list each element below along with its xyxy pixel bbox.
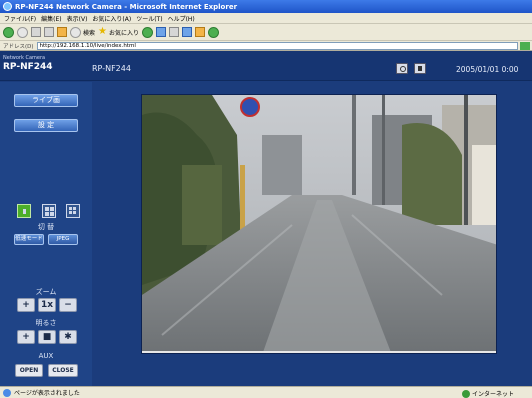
camera-name: RP-NF244 <box>92 64 131 73</box>
multi-screen-icon <box>69 207 72 210</box>
record-icon[interactable] <box>414 63 426 74</box>
search-button[interactable]: 検索 <box>70 26 95 39</box>
brand-subtitle: Network Camera <box>3 55 46 61</box>
folder-icon <box>195 27 205 37</box>
brightness-auto-button[interactable]: ✱ <box>59 330 77 344</box>
single-screen-icon <box>23 209 26 214</box>
search-icon <box>70 26 81 38</box>
messenger-icon <box>208 26 219 38</box>
menu-view[interactable]: 表示(V) <box>67 14 88 23</box>
window-titlebar: RP-NF244 Network Camera - Microsoft Inte… <box>0 0 532 13</box>
history-button[interactable] <box>142 26 153 39</box>
address-input[interactable]: http://192.168.1.10/live/index.html <box>36 41 518 50</box>
quad-screen-icon <box>45 207 49 211</box>
menu-help[interactable]: ヘルプ(H) <box>168 14 195 23</box>
browser-toolbar: 検索 ★ お気に入り <box>0 24 532 41</box>
switch-label: 切 替 <box>37 223 55 231</box>
globe-icon <box>462 389 470 398</box>
menu-edit[interactable]: 編集(E) <box>41 14 61 23</box>
zoom-out-button[interactable]: − <box>59 298 77 312</box>
aux-label: AUX <box>38 352 54 360</box>
settings-button[interactable]: 設 定 <box>14 119 78 132</box>
history-icon <box>142 26 153 38</box>
live-video-feed[interactable] <box>141 94 497 354</box>
search-label: 検索 <box>83 29 96 37</box>
print-icon <box>169 27 179 37</box>
address-label: アドレス(D) <box>3 43 34 50</box>
layout-quad-button[interactable] <box>42 204 56 218</box>
window-title: RP-NF244 Network Camera - Microsoft Inte… <box>15 2 238 11</box>
status-text: ページが表示されました <box>14 390 80 397</box>
status-bar: ページが表示されました インターネット <box>0 386 532 398</box>
edit-icon <box>182 27 192 37</box>
page-icon <box>3 388 11 397</box>
zoom-label: ズーム <box>35 288 57 296</box>
brightness-label: 明るさ <box>35 319 57 327</box>
messenger-button[interactable] <box>208 26 219 39</box>
ie-icon <box>3 2 12 11</box>
layout-multi-button[interactable] <box>66 204 80 218</box>
go-button[interactable] <box>520 41 530 50</box>
menu-bar: ファイル(F) 編集(E) 表示(V) お気に入り(A) ツール(T) ヘルプ(… <box>0 13 532 24</box>
zoom-reset-button[interactable]: 1x <box>38 298 56 312</box>
camera-header: Network Camera RP-NF244 RP-NF244 2005/01… <box>0 51 532 81</box>
refresh-button[interactable] <box>44 26 54 39</box>
folder-button[interactable] <box>195 26 205 39</box>
jpeg-button[interactable]: JPEG <box>48 234 78 245</box>
aux-close-button[interactable]: CLOSE <box>48 364 78 377</box>
snapshot-camera-icon[interactable] <box>396 63 408 74</box>
brightness-up-button[interactable]: + <box>17 330 35 344</box>
stop-button[interactable] <box>31 26 41 39</box>
low-speed-button[interactable]: 低速モード <box>14 234 44 245</box>
address-bar: アドレス(D) http://192.168.1.10/live/index.h… <box>0 41 532 51</box>
brand-model: RP-NF244 <box>3 62 53 72</box>
refresh-icon <box>44 27 54 37</box>
zone-label: インターネット <box>472 391 515 398</box>
print-button[interactable] <box>169 26 179 39</box>
layout-single-button[interactable] <box>17 204 31 218</box>
home-button[interactable] <box>57 26 67 39</box>
video-scene <box>142 95 496 353</box>
back-button[interactable] <box>3 26 14 39</box>
forward-button[interactable] <box>17 26 28 39</box>
security-zone: インターネット <box>462 389 514 398</box>
star-icon: ★ <box>98 26 107 37</box>
stop-icon <box>31 27 41 37</box>
favorites-button[interactable]: ★ お気に入り <box>98 26 139 39</box>
camera-datetime: 2005/01/01 0:00 <box>456 65 519 74</box>
mail-icon <box>156 27 166 37</box>
mail-button[interactable] <box>156 26 166 39</box>
aux-open-button[interactable]: OPEN <box>15 364 43 377</box>
back-arrow-icon <box>3 26 14 38</box>
menu-favorites[interactable]: お気に入り(A) <box>92 14 131 23</box>
control-panel: ライブ画 設 定 切 替 低速モード JPEG ズーム + 1x − 明るさ +… <box>0 82 92 386</box>
home-icon <box>57 27 67 37</box>
menu-file[interactable]: ファイル(F) <box>4 14 36 23</box>
live-button[interactable]: ライブ画 <box>14 94 78 107</box>
favorites-label: お気に入り <box>108 29 139 37</box>
menu-tools[interactable]: ツール(T) <box>136 14 162 23</box>
zoom-in-button[interactable]: + <box>17 298 35 312</box>
forward-arrow-icon <box>17 26 28 38</box>
brightness-reset-button[interactable]: ■ <box>38 330 56 344</box>
edit-button[interactable] <box>182 26 192 39</box>
